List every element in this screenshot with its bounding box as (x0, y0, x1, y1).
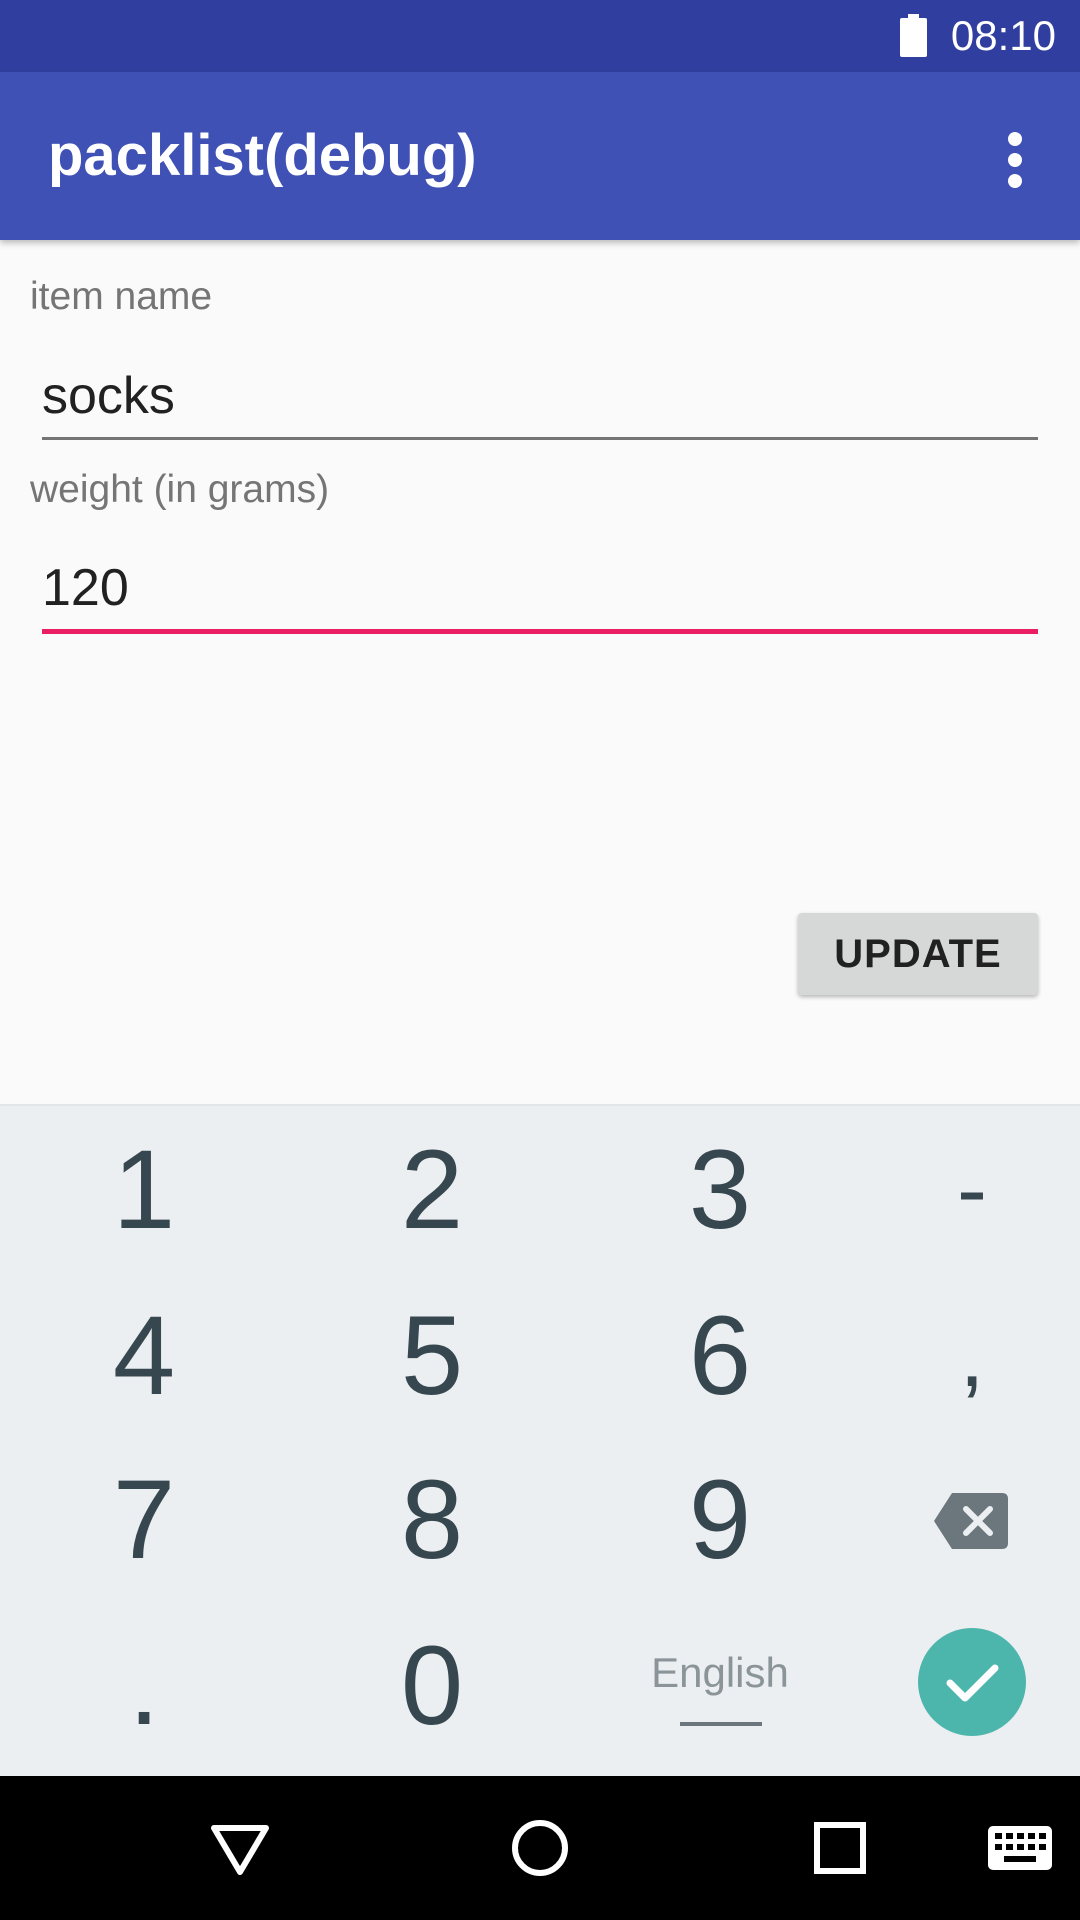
key-3[interactable]: 3 (585, 1108, 855, 1272)
key-1[interactable]: 1 (9, 1108, 279, 1272)
key-period[interactable]: . (9, 1604, 279, 1768)
keyboard-switch-icon[interactable] (984, 1812, 1056, 1884)
key-0[interactable]: 0 (297, 1604, 567, 1768)
back-icon[interactable] (204, 1812, 276, 1884)
status-bar: 08:10 (0, 0, 1080, 72)
key-comma[interactable]: , (837, 1274, 1080, 1438)
enter-button[interactable] (918, 1628, 1026, 1736)
item-name-field[interactable]: socks (42, 360, 1038, 440)
key-6[interactable]: 6 (585, 1274, 855, 1438)
more-vert-icon[interactable] (990, 130, 1040, 190)
key-2[interactable]: 2 (297, 1108, 567, 1272)
language-indicator (680, 1722, 762, 1726)
weight-value: 120 (42, 559, 129, 617)
app-title: packlist(debug) (48, 123, 477, 188)
update-button[interactable]: UPDATE (798, 913, 1038, 995)
key-8[interactable]: 8 (297, 1438, 567, 1602)
app-bar: packlist(debug) (0, 72, 1080, 240)
check-icon (946, 1664, 999, 1702)
item-name-underline (42, 437, 1038, 440)
weight-field[interactable]: 120 (42, 552, 1038, 634)
key-9[interactable]: 9 (585, 1438, 855, 1602)
backspace-icon (934, 1493, 1008, 1549)
battery-full-icon (900, 14, 927, 57)
weight-label: weight (in grams) (30, 468, 330, 511)
item-name-label: item name (30, 275, 213, 318)
weight-underline (42, 629, 1038, 634)
key-7[interactable]: 7 (9, 1438, 279, 1602)
key-minus[interactable]: - (837, 1108, 1080, 1272)
home-icon[interactable] (504, 1812, 576, 1884)
navigation-bar (0, 1776, 1080, 1920)
language-key[interactable]: English (585, 1604, 855, 1768)
key-5[interactable]: 5 (297, 1274, 567, 1438)
language-label: English (651, 1649, 789, 1696)
backspace-key[interactable] (837, 1438, 1080, 1602)
recents-icon[interactable] (804, 1812, 876, 1884)
item-name-value: socks (42, 367, 175, 425)
edit-item-form: item name socks weight (in grams) 120 UP… (0, 240, 1080, 1104)
key-4[interactable]: 4 (9, 1274, 279, 1438)
status-time: 08:10 (950, 12, 1056, 59)
